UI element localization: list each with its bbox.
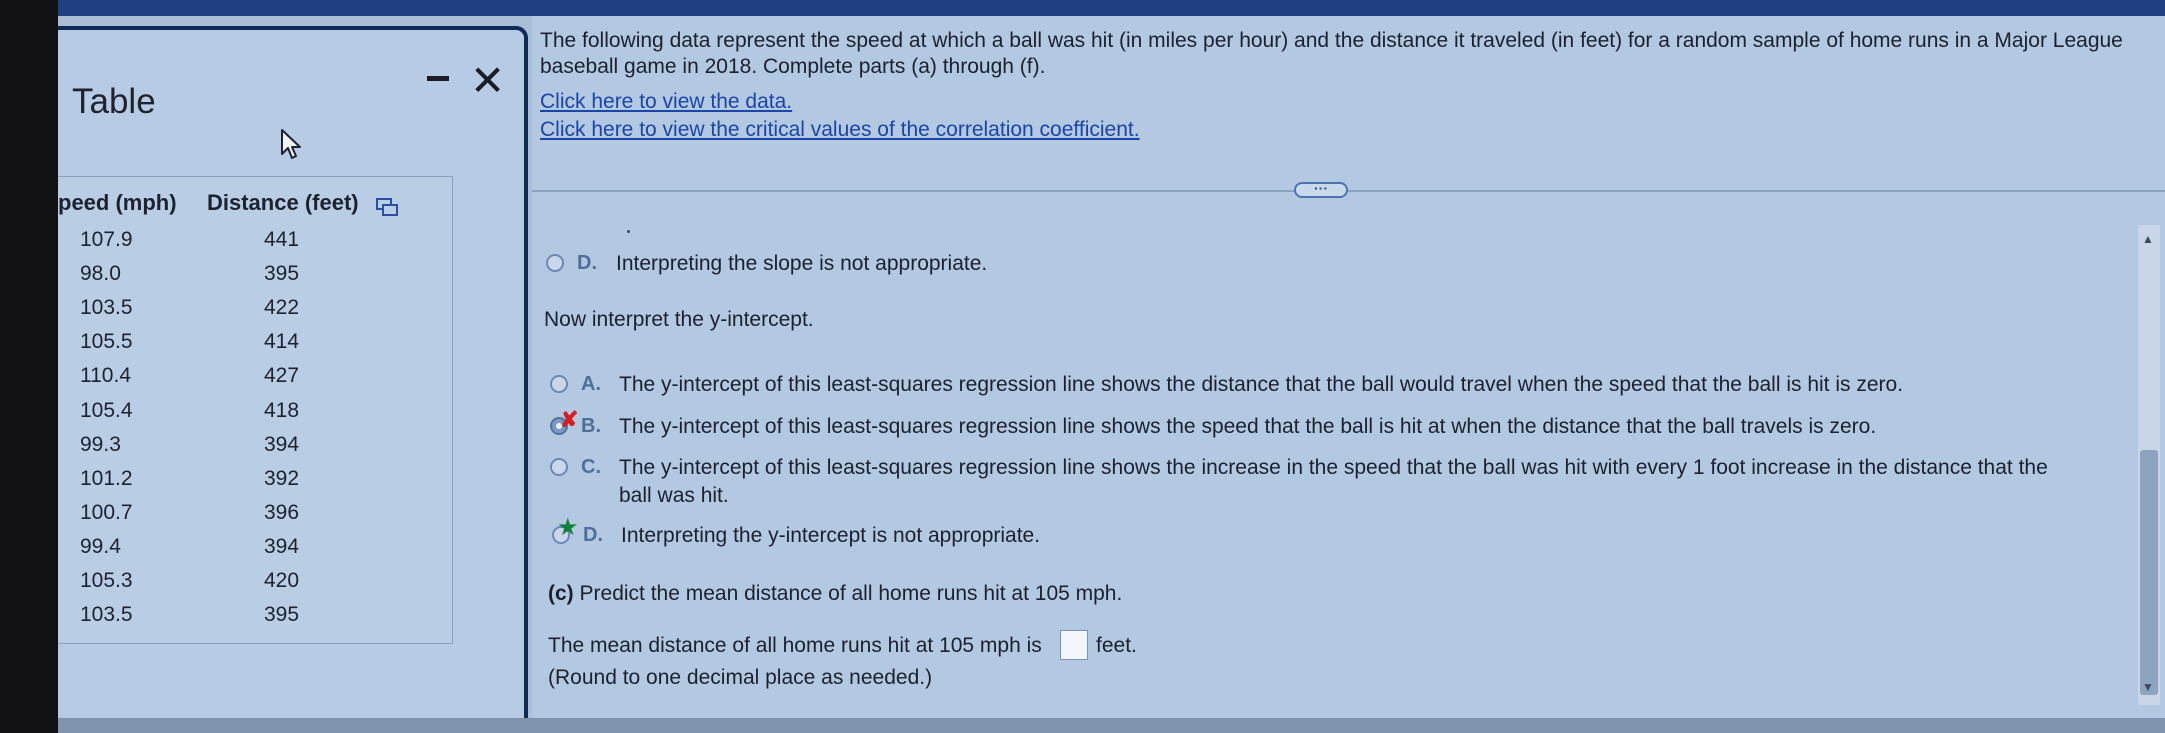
table-cell-speed: 99.4 [80, 535, 121, 558]
cursor-icon [281, 129, 301, 159]
table-cell-distance: 395 [264, 262, 300, 285]
intercept-option-c-text-cont: ball was hit. [619, 484, 729, 507]
slope-option-d-text: Interpreting the slope is not appropriat… [616, 252, 988, 275]
table-cell-speed: 103.5 [80, 296, 133, 319]
table-cell-distance: 395 [264, 603, 300, 626]
data-table-window: Table ✕ peed (mph) Distance (feet) 107.9… [58, 26, 528, 733]
intercept-option-b-text: The y-intercept of this least-squares re… [619, 415, 1877, 438]
intercept-option-c-radio[interactable] [550, 458, 568, 476]
close-icon[interactable]: ✕ [470, 60, 505, 102]
table-cell-distance: 392 [264, 467, 300, 490]
screen-bezel [0, 0, 58, 733]
table-cell-speed: 105.3 [80, 569, 133, 592]
minimize-icon[interactable] [420, 66, 456, 90]
table-cell-speed: 99.3 [80, 433, 121, 456]
star-icon: ★ [557, 514, 579, 541]
column-header-speed: peed (mph) [58, 190, 177, 215]
critical-values-link[interactable]: Click here to view the critical values o… [540, 118, 1140, 142]
table-cell-speed: 98.0 [80, 262, 121, 285]
table-cell-distance: 418 [264, 399, 300, 422]
table-cell-distance: 394 [264, 535, 300, 558]
intercept-option-c-letter: C. [581, 456, 601, 478]
table-cell-distance: 394 [264, 433, 300, 456]
part-c-question: (c) Predict the mean distance of all hom… [548, 582, 1122, 606]
scroll-up-icon[interactable]: ▲ [2142, 232, 2154, 246]
divider [532, 190, 2165, 192]
table-cell-speed: 105.4 [80, 399, 133, 422]
table-cell-speed: 101.2 [80, 467, 133, 490]
intercept-option-a-radio[interactable] [550, 375, 568, 393]
answer-input[interactable] [1060, 630, 1088, 660]
top-bar [0, 0, 2165, 16]
table-cell-distance: 396 [264, 501, 300, 524]
table-cell-speed: 105.5 [80, 330, 133, 353]
part-c-prompt: Predict the mean distance of all home ru… [579, 582, 1123, 605]
intercept-prompt: Now interpret the y-intercept. [544, 308, 814, 331]
table-cell-distance: 427 [264, 364, 300, 387]
scroll-down-icon[interactable]: ▼ [2142, 680, 2154, 694]
view-data-link[interactable]: Click here to view the data. [540, 90, 792, 114]
question-text: The following data represent the speed a… [540, 29, 2123, 78]
intercept-option-c-text: The y-intercept of this least-squares re… [619, 456, 2048, 479]
answer-prefix: The mean distance of all home runs hit a… [548, 634, 1042, 657]
scrollbar-thumb[interactable] [2140, 450, 2158, 695]
copy-icon[interactable] [376, 198, 398, 216]
table-cell-speed: 103.5 [80, 603, 133, 626]
bottom-edge [58, 718, 2165, 733]
table-cell-distance: 420 [264, 569, 300, 592]
answer-suffix: feet. [1096, 634, 1137, 657]
table-cell-distance: 414 [264, 330, 300, 353]
rounding-hint: (Round to one decimal place as needed.) [548, 666, 933, 689]
part-c-label: (c) [548, 582, 574, 605]
intercept-option-a-text: The y-intercept of this least-squares re… [619, 373, 1904, 396]
table-cell-speed: 100.7 [80, 501, 133, 524]
slope-option-d-radio[interactable] [546, 254, 564, 272]
slope-option-d-letter: D. [577, 252, 597, 274]
more-icon[interactable]: ··· [1294, 181, 1348, 198]
table-cell-speed: 107.9 [80, 228, 133, 251]
table-cell-speed: 110.4 [80, 364, 131, 387]
column-header-distance: Distance (feet) [207, 190, 359, 215]
table-cell-distance: 422 [264, 296, 300, 319]
cross-icon: ✘ [560, 407, 579, 432]
intercept-option-d-text: Interpreting the y-intercept is not appr… [621, 524, 1041, 547]
intercept-option-d-letter: D. [583, 524, 603, 546]
intercept-option-b-letter: B. [581, 415, 601, 437]
stray-dot [627, 230, 630, 233]
window-title: Table [72, 82, 156, 121]
table-cell-distance: 441 [264, 228, 300, 251]
intercept-option-a-letter: A. [581, 373, 601, 395]
